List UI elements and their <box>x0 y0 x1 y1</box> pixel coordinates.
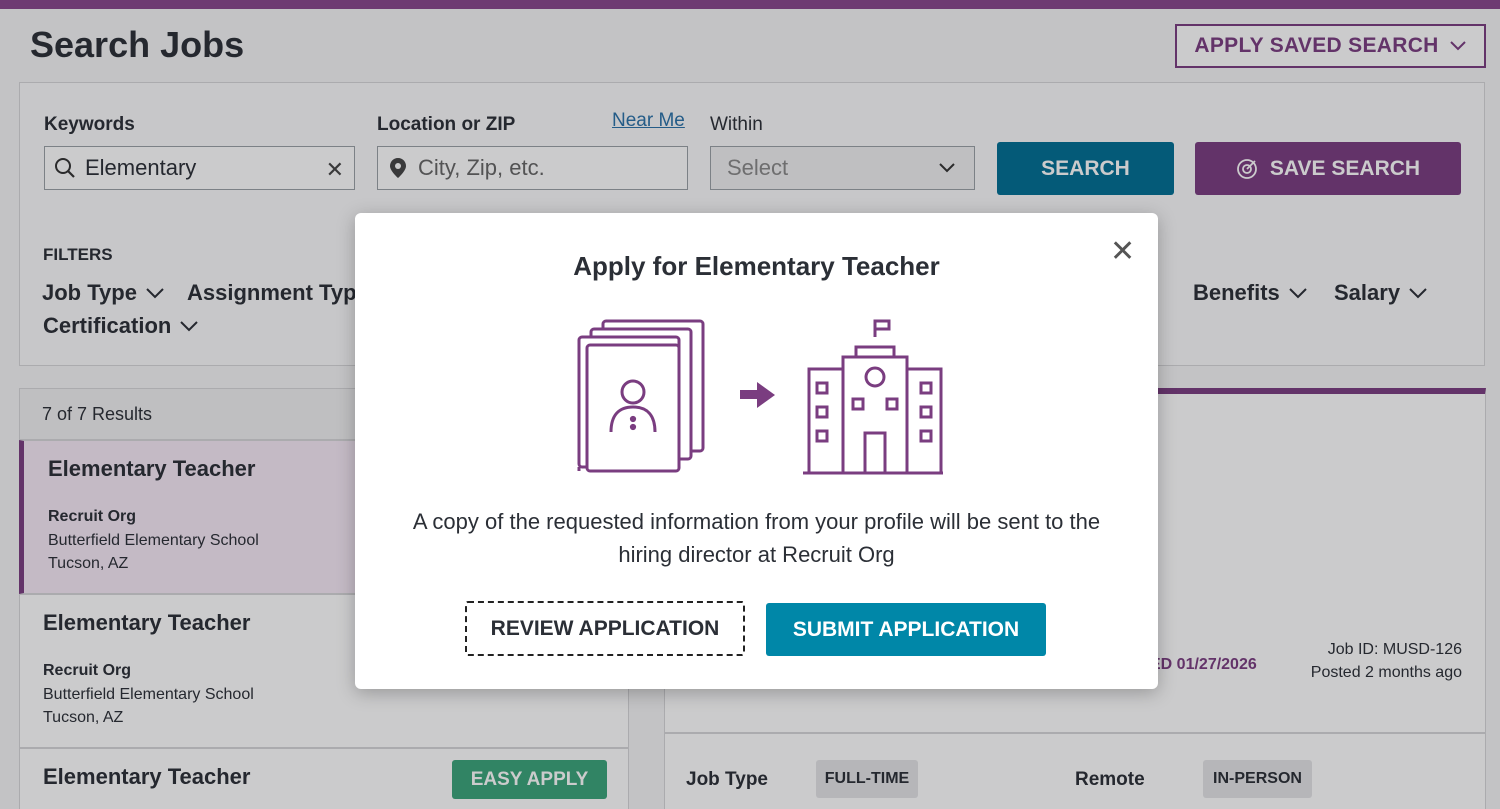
top-accent-bar <box>0 0 1500 9</box>
profile-documents-icon <box>577 319 705 473</box>
review-application-button[interactable]: REVIEW APPLICATION <box>465 601 745 656</box>
submit-application-button[interactable]: SUBMIT APPLICATION <box>766 603 1046 656</box>
school-building-icon <box>803 319 943 475</box>
modal-title: Apply for Elementary Teacher <box>573 251 940 281</box>
application-to-school-illustration <box>577 319 943 475</box>
apply-modal: ✕ Apply for Elementary Teacher A copy of… <box>355 213 1158 689</box>
modal-message: A copy of the requested information from… <box>412 509 1101 567</box>
arrow-right-icon <box>740 382 775 408</box>
